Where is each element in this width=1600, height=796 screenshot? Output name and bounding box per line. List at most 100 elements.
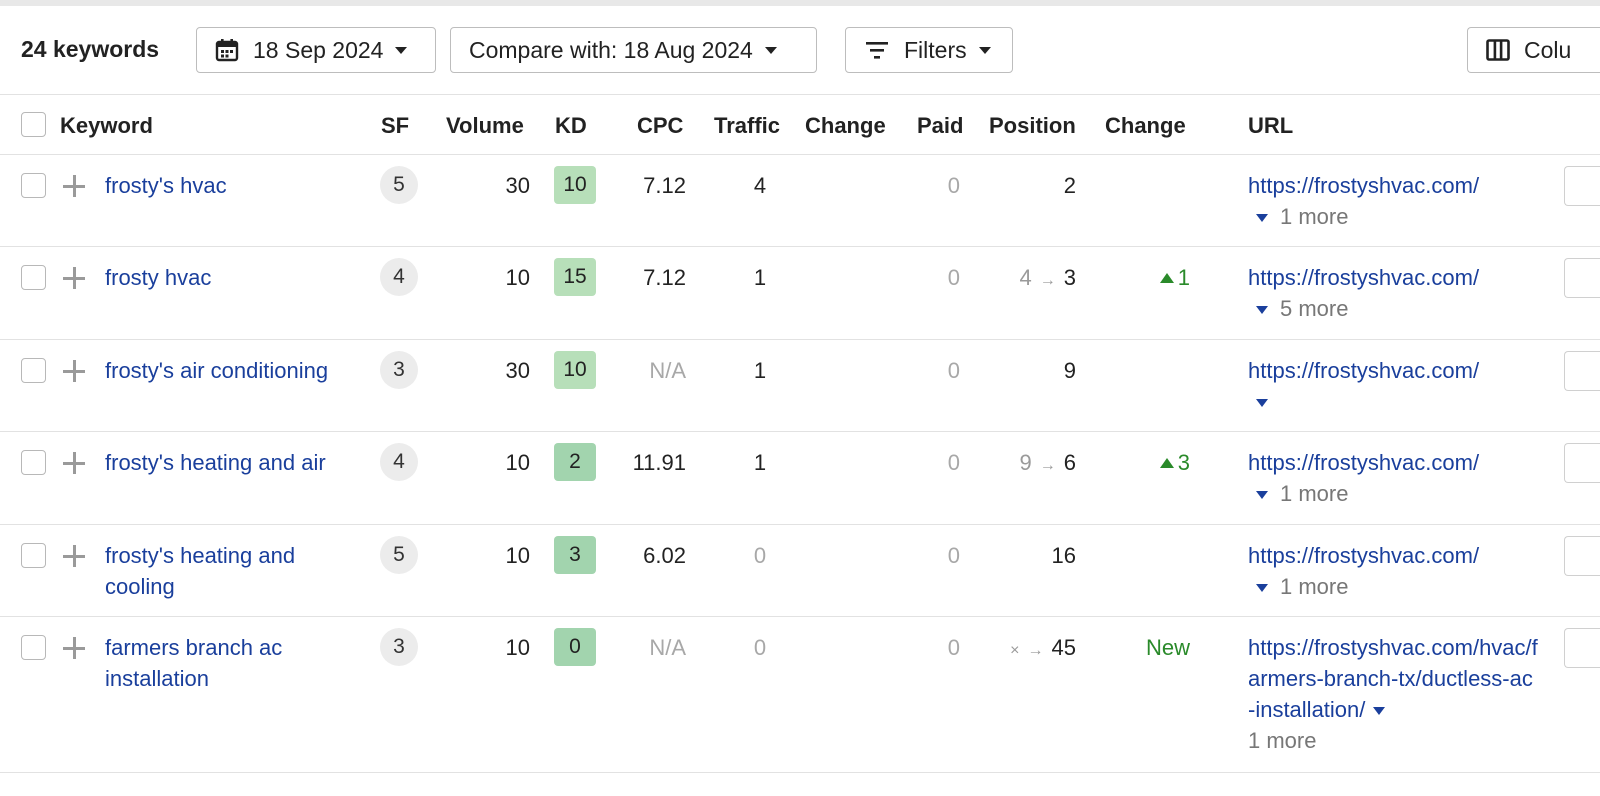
header-sf[interactable]: SF [381, 113, 409, 139]
keyword-link[interactable]: frosty hvac [105, 262, 355, 293]
position-change-value: 1 [1177, 265, 1190, 290]
position-value: 4 → 3 [990, 265, 1077, 291]
position-value: 2 [990, 173, 1076, 199]
row-checkbox[interactable] [21, 450, 46, 475]
sf-badge[interactable]: 3 [380, 351, 418, 389]
more-urls[interactable]: 5 more [1280, 296, 1348, 321]
position-current: 45 [1051, 635, 1076, 660]
expand-caret-icon[interactable] [1256, 306, 1268, 314]
more-urls[interactable]: 1 more [1280, 481, 1348, 506]
header-position-change[interactable]: Change [1105, 113, 1186, 139]
url-cell: https://frostyshvac.com/ 5 more [1248, 262, 1538, 324]
traffic-value: 0 [753, 543, 767, 568]
traffic-value: 1 [753, 265, 767, 290]
row-action-button[interactable] [1564, 258, 1600, 298]
header-cpc[interactable]: CPC [637, 113, 683, 139]
compare-label: Compare with: 18 Aug 2024 [469, 36, 753, 63]
volume-value: 10 [505, 635, 530, 660]
plus-icon[interactable] [62, 636, 86, 660]
arrow-right-icon: → [1027, 642, 1044, 659]
header-traffic[interactable]: Traffic [714, 113, 780, 139]
position-change: 1 [1120, 265, 1190, 291]
row-action-button[interactable] [1564, 536, 1600, 576]
sf-badge[interactable]: 3 [380, 628, 418, 666]
volume-value: 10 [505, 265, 530, 290]
select-all-checkbox[interactable] [21, 112, 46, 137]
url-link[interactable]: https://frostyshvac.com/ [1248, 173, 1479, 198]
url-cell: https://frostyshvac.com/hvac/farmers-bra… [1248, 632, 1538, 756]
row-checkbox[interactable] [21, 543, 46, 568]
paid-value: 0 [947, 635, 960, 660]
row-checkbox[interactable] [21, 265, 46, 290]
header-paid[interactable]: Paid [917, 113, 963, 139]
header-kd[interactable]: KD [555, 113, 587, 139]
expand-caret-icon[interactable] [1256, 491, 1268, 499]
columns-icon [1486, 39, 1510, 61]
position-current: 16 [1051, 543, 1076, 568]
header-keyword[interactable]: Keyword [60, 113, 153, 139]
date-label: 18 Sep 2024 [253, 36, 384, 63]
plus-icon[interactable] [62, 359, 86, 383]
plus-icon[interactable] [62, 266, 86, 290]
cpc-value: N/A [649, 358, 686, 383]
row-action-button[interactable] [1564, 628, 1600, 668]
expand-caret-icon[interactable] [1256, 584, 1268, 592]
url-link[interactable]: https://frostyshvac.com/ [1248, 358, 1479, 383]
expand-caret-icon[interactable] [1256, 399, 1268, 407]
header-url[interactable]: URL [1248, 113, 1293, 139]
row-action-button[interactable] [1564, 443, 1600, 483]
kd-badge: 2 [554, 443, 596, 481]
url-link[interactable]: https://frostyshvac.com/hvac/farmers-bra… [1248, 635, 1538, 722]
expand-caret-icon[interactable] [1256, 214, 1268, 222]
paid-value: 0 [947, 358, 960, 383]
columns-button[interactable]: Colu [1467, 27, 1600, 73]
url-link[interactable]: https://frostyshvac.com/ [1248, 265, 1479, 290]
filters-button[interactable]: Filters [845, 27, 1013, 73]
header-position[interactable]: Position [989, 113, 1076, 139]
expand-caret-icon[interactable] [1373, 707, 1386, 715]
header-volume[interactable]: Volume [446, 113, 524, 139]
kd-badge: 15 [554, 258, 596, 296]
plus-icon[interactable] [62, 544, 86, 568]
arrow-up-icon [1159, 458, 1174, 468]
row-checkbox[interactable] [21, 173, 46, 198]
position-current: 2 [1063, 173, 1076, 198]
traffic-value: 1 [753, 450, 767, 475]
filters-label: Filters [904, 36, 967, 63]
sf-badge[interactable]: 5 [380, 166, 418, 204]
more-urls[interactable]: 1 more [1248, 728, 1316, 753]
table-row: frosty's heating and air 4 10 2 11.91 1 … [0, 432, 1600, 525]
more-urls[interactable]: 1 more [1280, 204, 1348, 229]
url-link[interactable]: https://frostyshvac.com/ [1248, 543, 1479, 568]
compare-dropdown[interactable]: Compare with: 18 Aug 2024 [450, 27, 817, 73]
sf-badge[interactable]: 4 [380, 443, 418, 481]
sf-badge[interactable]: 5 [380, 536, 418, 574]
position-change-value: New [1145, 635, 1190, 660]
row-action-button[interactable] [1564, 166, 1600, 206]
date-dropdown[interactable]: 18 Sep 2024 [196, 27, 436, 73]
plus-icon[interactable] [62, 451, 86, 475]
keyword-link[interactable]: frosty's hvac [105, 170, 355, 201]
keyword-link[interactable]: frosty's heating and cooling [105, 540, 355, 602]
keyword-link[interactable]: farmers branch ac installation [105, 632, 355, 694]
row-action-button[interactable] [1564, 351, 1600, 391]
position-previous: × [1010, 642, 1020, 659]
keyword-link[interactable]: frosty's air conditioning [105, 355, 355, 386]
traffic-value: 0 [753, 635, 767, 660]
kd-badge: 3 [554, 536, 596, 574]
sf-badge[interactable]: 4 [380, 258, 418, 296]
toolbar: 24 keywords 18 Sep 2024 Compare with: 18… [0, 6, 1600, 94]
position-current: 6 [1063, 450, 1076, 475]
plus-icon[interactable] [62, 174, 86, 198]
url-link[interactable]: https://frostyshvac.com/ [1248, 450, 1479, 475]
traffic-value: 4 [753, 173, 767, 198]
table-row: frosty's air conditioning 3 30 10 N/A 1 … [0, 340, 1600, 432]
table-row: farmers branch ac installation 3 10 0 N/… [0, 617, 1600, 773]
header-traffic-change[interactable]: Change [805, 113, 886, 139]
arrow-right-icon: → [1039, 457, 1056, 474]
paid-value: 0 [947, 265, 960, 290]
keyword-link[interactable]: frosty's heating and air [105, 447, 355, 478]
more-urls[interactable]: 1 more [1280, 574, 1348, 599]
row-checkbox[interactable] [21, 358, 46, 383]
row-checkbox[interactable] [21, 635, 46, 660]
